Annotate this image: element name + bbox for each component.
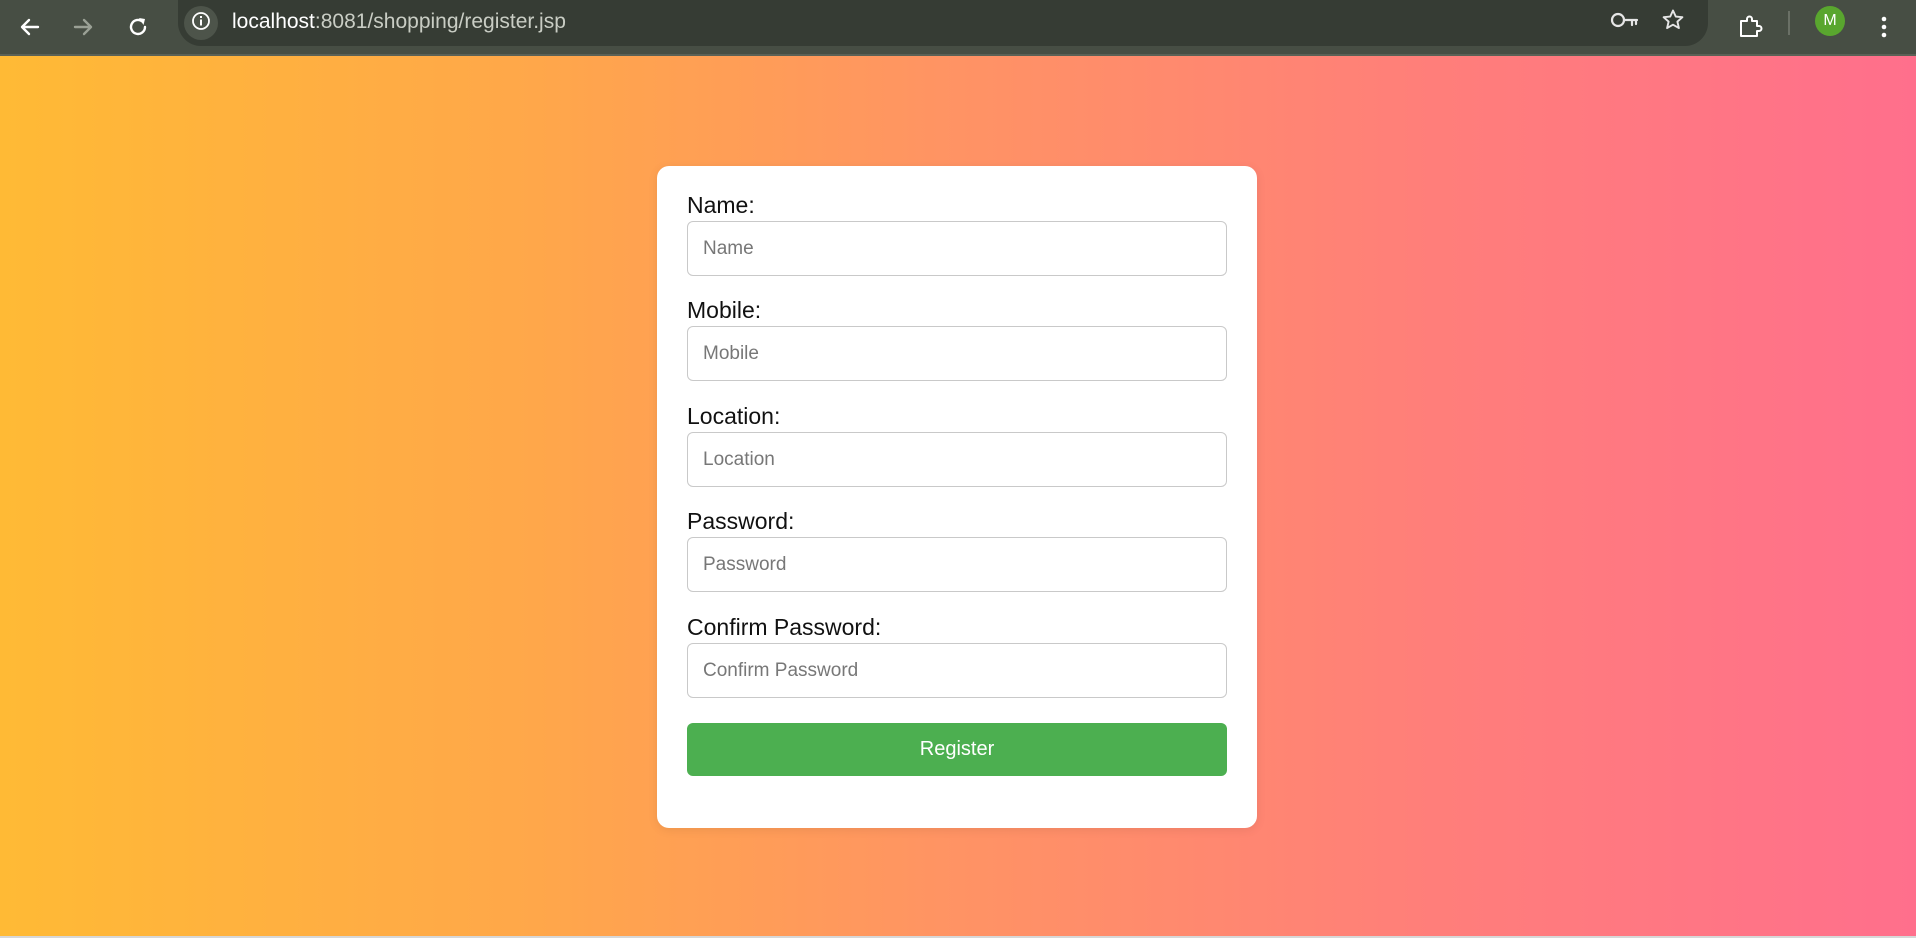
key-icon: [1610, 10, 1640, 35]
star-icon: [1661, 8, 1685, 37]
confirm-password-input[interactable]: [687, 643, 1227, 698]
puzzle-piece-icon: [1737, 14, 1763, 40]
reload-button[interactable]: [116, 5, 160, 49]
info-icon: [191, 11, 211, 36]
name-input[interactable]: [687, 221, 1227, 276]
back-button[interactable]: [8, 5, 52, 49]
site-info-button[interactable]: [184, 6, 218, 40]
reload-icon: [127, 16, 149, 38]
page-background: Name: Mobile: Location: Password: Confir…: [0, 56, 1916, 936]
more-vertical-icon: [1880, 15, 1888, 39]
confirm-password-field: Confirm Password:: [687, 613, 1227, 698]
name-field: Name:: [687, 191, 1227, 276]
bookmark-button[interactable]: [1653, 2, 1693, 42]
mobile-field: Mobile:: [687, 296, 1227, 381]
register-button[interactable]: Register: [687, 723, 1227, 776]
browser-toolbar: localhost:8081/shopping/register.jsp M: [0, 0, 1916, 56]
mobile-label: Mobile:: [687, 297, 762, 323]
address-bar[interactable]: localhost:8081/shopping/register.jsp: [178, 0, 1708, 46]
register-form-card: Name: Mobile: Location: Password: Confir…: [657, 166, 1257, 828]
location-field: Location:: [687, 402, 1227, 487]
mobile-input[interactable]: [687, 326, 1227, 381]
profile-avatar[interactable]: M: [1815, 6, 1845, 36]
location-label: Location:: [687, 403, 781, 429]
browser-menu-button[interactable]: [1862, 5, 1906, 49]
forward-button[interactable]: [61, 5, 105, 49]
confirm-password-label: Confirm Password:: [687, 614, 882, 640]
url-path: :8081/shopping/register.jsp: [314, 10, 566, 33]
back-arrow-icon: [19, 16, 41, 38]
toolbar-divider: [1788, 11, 1790, 35]
password-input[interactable]: [687, 537, 1227, 592]
name-label: Name:: [687, 192, 755, 218]
url-text: localhost:8081/shopping/register.jsp: [232, 0, 566, 44]
password-label: Password:: [687, 508, 795, 534]
location-input[interactable]: [687, 432, 1227, 487]
password-field: Password:: [687, 507, 1227, 592]
forward-arrow-icon: [72, 16, 94, 38]
password-key-button[interactable]: [1605, 2, 1645, 42]
url-host: localhost: [232, 10, 315, 33]
extensions-button[interactable]: [1728, 5, 1772, 49]
